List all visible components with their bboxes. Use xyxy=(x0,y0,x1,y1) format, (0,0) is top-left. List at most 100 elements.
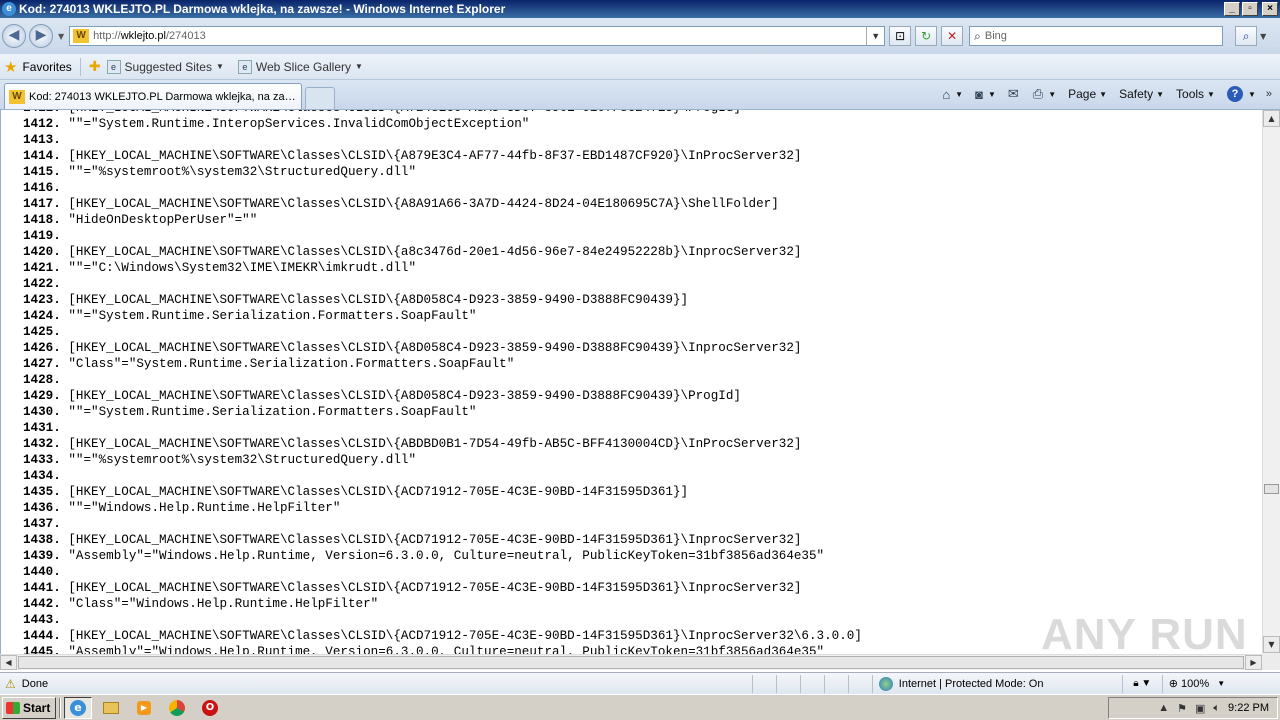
start-label: Start xyxy=(23,700,51,715)
page-content: 1411. [HKEY_LOCAL_MACHINE\SOFTWARE\Class… xyxy=(0,110,1262,654)
taskbar-opera-button[interactable]: O xyxy=(196,697,224,719)
page-menu[interactable]: Page ▼ xyxy=(1068,87,1107,101)
security-zone-panel[interactable]: Internet | Protected Mode: On xyxy=(871,674,1122,693)
line-number: 1445. xyxy=(23,645,61,654)
forward-arrow-icon: ▶ xyxy=(35,27,47,43)
line-text: "Assembly"="Windows.Help.Runtime, Versio… xyxy=(60,645,825,654)
stop-icon: ✕ xyxy=(947,29,958,43)
tab-label: Kod: 274013 WKLEJTO.PL Darmowa wklejka, … xyxy=(29,90,301,103)
scroll-right-button[interactable]: ▶ xyxy=(1245,655,1262,670)
compatibility-view-button[interactable]: ⊡ xyxy=(889,26,912,46)
address-url[interactable]: http://wklejto.pl/274013 xyxy=(93,30,866,42)
line-number: 1418. xyxy=(23,213,61,227)
line-number: 1433. xyxy=(23,453,61,467)
help-menu[interactable]: ? ▼ xyxy=(1226,86,1256,102)
stop-button[interactable]: ✕ xyxy=(941,26,964,46)
bing-search-icon: ⌕ xyxy=(974,28,981,43)
restore-button[interactable]: ▫ xyxy=(1242,2,1258,16)
chevron-down-icon: ▼ xyxy=(1217,679,1226,688)
network-icon[interactable]: ▣ xyxy=(1195,702,1205,715)
favorites-button[interactable]: Favorites xyxy=(22,60,71,74)
scroll-left-button[interactable]: ◀ xyxy=(0,655,17,670)
code-line: 1437. xyxy=(23,516,862,532)
site-favicon-icon: W xyxy=(73,29,90,43)
minimize-button[interactable]: _ xyxy=(1224,2,1240,16)
horizontal-scroll-thumb[interactable] xyxy=(18,656,1244,669)
close-window-button[interactable]: × xyxy=(1262,2,1278,16)
favorites-item-web-slice-gallery[interactable]: e Web Slice Gallery ▼ xyxy=(237,59,363,74)
favorites-item-label: Web Slice Gallery xyxy=(255,59,352,74)
search-options-dropdown[interactable]: ▼ xyxy=(1257,32,1269,41)
help-icon: ? xyxy=(1226,86,1243,102)
line-text: [HKEY_LOCAL_MACHINE\SOFTWARE\Classes\CLS… xyxy=(60,149,802,163)
volume-icon[interactable]: 🔈︎ xyxy=(1213,702,1220,715)
zoom-control[interactable]: ⊕ 100% ▼ xyxy=(1161,674,1242,693)
line-text: [HKEY_LOCAL_MACHINE\SOFTWARE\Classes\CLS… xyxy=(60,437,802,451)
window-title-bar: e Kod: 274013 WKLEJTO.PL Darmowa wklejka… xyxy=(0,0,1280,18)
line-number: 1417. xyxy=(23,197,61,211)
folder-icon xyxy=(103,701,119,714)
taskbar-media-player-button[interactable]: ▶ xyxy=(130,697,158,719)
search-input[interactable]: Bing xyxy=(985,30,1007,42)
read-mail-button[interactable]: ✉ xyxy=(1008,86,1021,102)
search-box[interactable]: ⌕ Bing xyxy=(969,26,1224,46)
tray-expand-icon[interactable]: ▲ xyxy=(1158,702,1169,714)
status-panel xyxy=(799,674,824,693)
start-button[interactable]: Start xyxy=(2,696,56,719)
line-text: "Class"="System.Runtime.Serialization.Fo… xyxy=(60,357,515,371)
more-commands-chevron-icon[interactable]: » xyxy=(1266,88,1272,100)
address-bar[interactable]: W http://wklejto.pl/274013 ▼ xyxy=(69,26,886,46)
line-text: ""="%systemroot%\system32\StructuredQuer… xyxy=(60,453,416,467)
scroll-up-button[interactable]: ▲ xyxy=(1263,110,1280,127)
tools-menu-label: Tools xyxy=(1176,87,1205,101)
zoom-level: 100% xyxy=(1181,677,1210,690)
line-number: 1420. xyxy=(23,245,61,259)
print-button[interactable]: ⎙ ▼ xyxy=(1033,86,1056,102)
vertical-scroll-thumb[interactable] xyxy=(1264,484,1279,494)
address-dropdown-button[interactable]: ▼ xyxy=(866,27,884,45)
taskbar-explorer-button[interactable] xyxy=(97,697,125,719)
command-bar: ⌂ ▼ ◙ ▼ ✉ ⎙ ▼ Page ▼ Safety ▼ Tools ▼ ? ▼ » xyxy=(930,84,1272,104)
refresh-icon: ↻ xyxy=(921,29,932,43)
security-zone-text: Internet | Protected Mode: On xyxy=(898,677,1044,690)
code-line: 1418. "HideOnDesktopPerUser"="" xyxy=(23,212,862,228)
line-text: ""="C:\Windows\System32\IME\IMEKR\imkrud… xyxy=(60,261,416,275)
action-center-flag-icon[interactable]: ⚑ xyxy=(1177,702,1187,715)
code-line: 1443. xyxy=(23,612,862,628)
scroll-down-button[interactable]: ▼ xyxy=(1263,636,1280,653)
taskbar-ie-button[interactable]: e xyxy=(64,696,92,719)
line-text: ""="System.Runtime.InteropServices.Inval… xyxy=(60,117,530,131)
code-line: 1438. [HKEY_LOCAL_MACHINE\SOFTWARE\Class… xyxy=(23,532,862,548)
code-line: 1439. "Assembly"="Windows.Help.Runtime, … xyxy=(23,548,862,564)
chevron-down-icon: ▼ xyxy=(955,89,964,99)
line-text: [HKEY_LOCAL_MACHINE\SOFTWARE\Classes\CLS… xyxy=(60,197,779,211)
code-line: 1444. [HKEY_LOCAL_MACHINE\SOFTWARE\Class… xyxy=(23,628,862,644)
search-button[interactable]: ⌕ xyxy=(1235,26,1258,46)
status-panel xyxy=(775,674,800,693)
line-text: [HKEY_LOCAL_MACHINE\SOFTWARE\Classes\CLS… xyxy=(60,581,802,595)
tab-current-page[interactable]: W Kod: 274013 WKLEJTO.PL Darmowa wklejka… xyxy=(4,83,302,109)
new-tab-button[interactable] xyxy=(305,87,335,109)
tools-menu[interactable]: Tools ▼ xyxy=(1176,87,1215,101)
home-button[interactable]: ⌂ ▼ xyxy=(942,87,963,102)
forward-button[interactable]: ▶ xyxy=(29,24,53,48)
code-line: 1413. xyxy=(23,132,862,148)
taskbar: Start e ▶ O ▲ ⚑ ▣ 🔈︎ 9:22 PM xyxy=(0,694,1280,720)
horizontal-scrollbar[interactable]: ◀ ▶ xyxy=(0,654,1262,670)
vertical-scrollbar[interactable]: ▲ ▼ xyxy=(1262,110,1280,654)
status-panel xyxy=(751,674,776,693)
feeds-button[interactable]: ◙ ▼ xyxy=(975,87,996,102)
protected-mode-options[interactable]: 🔒︎ ▼ xyxy=(1121,674,1162,693)
taskbar-chrome-button[interactable] xyxy=(163,697,191,719)
add-to-favorites-bar-icon[interactable]: ✚ xyxy=(89,58,101,75)
refresh-button[interactable]: ↻ xyxy=(915,26,938,46)
clock[interactable]: 9:22 PM xyxy=(1228,702,1269,714)
recent-pages-dropdown[interactable]: ▼ xyxy=(58,32,64,41)
safety-menu[interactable]: Safety ▼ xyxy=(1119,87,1164,101)
code-line: 1429. [HKEY_LOCAL_MACHINE\SOFTWARE\Class… xyxy=(23,388,862,404)
line-number: 1422. xyxy=(23,277,61,291)
site-favicon-icon: W xyxy=(9,89,25,104)
favorites-item-suggested-sites[interactable]: e Suggested Sites ▼ xyxy=(106,59,224,74)
line-number: 1428. xyxy=(23,373,61,387)
back-button[interactable]: ◀ xyxy=(2,24,26,48)
